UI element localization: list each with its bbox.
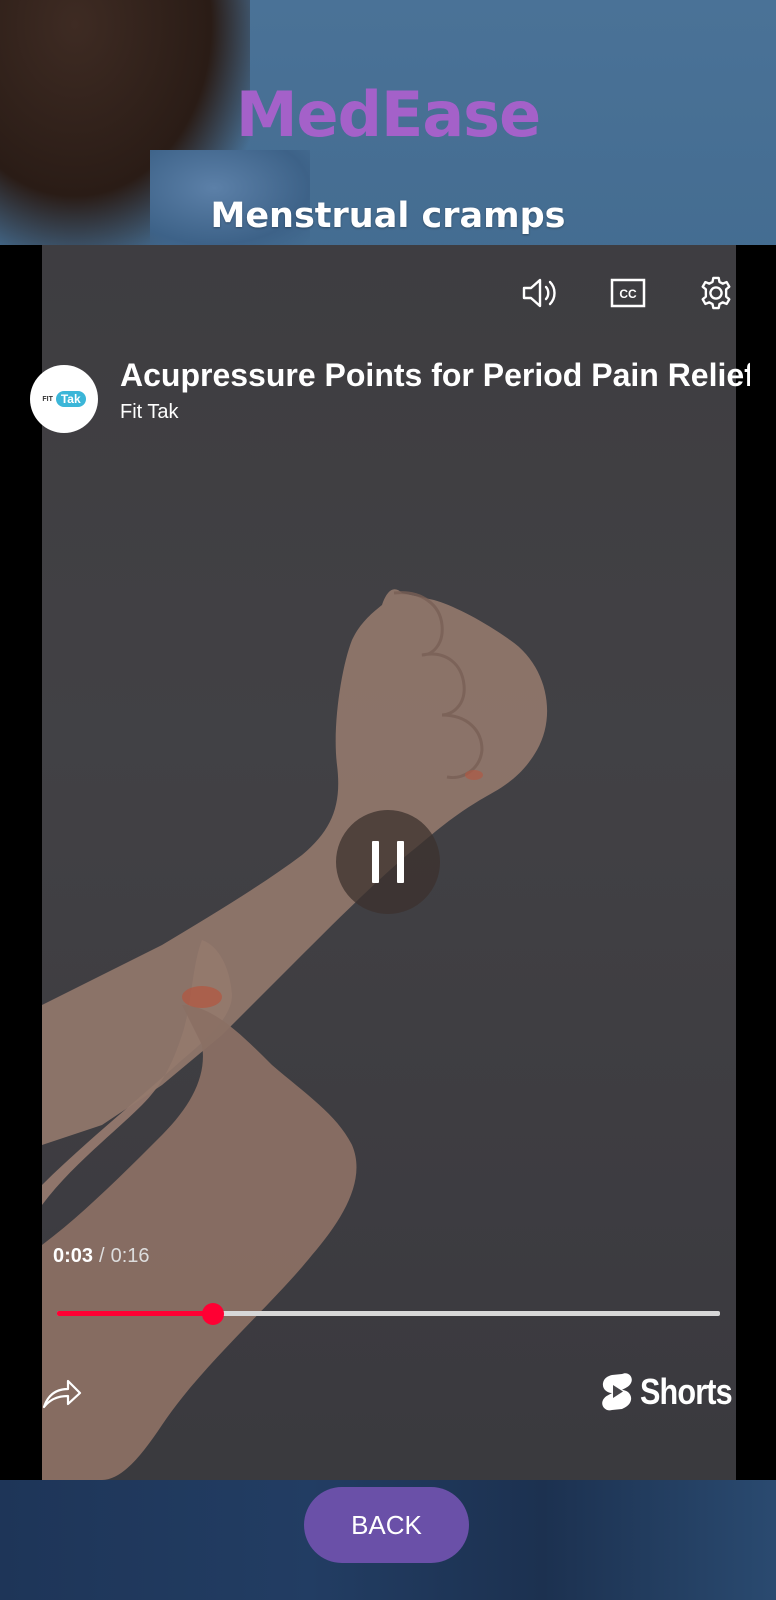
progress-fill <box>57 1311 213 1316</box>
svg-text:CC: CC <box>619 287 637 301</box>
app-title: MedEase <box>235 78 541 151</box>
avatar-fit-text: FIT <box>42 395 53 403</box>
shorts-logo-icon <box>602 1373 632 1411</box>
video-title[interactable]: Acupressure Points for Period Pain Relie… <box>120 357 750 394</box>
shorts-logo[interactable]: Shorts <box>600 1369 748 1415</box>
closed-captions-icon[interactable]: CC <box>608 273 648 313</box>
avatar-tak-logo: Tak <box>55 391 86 407</box>
channel-name[interactable]: Fit Tak <box>120 401 179 424</box>
time-display: 0:03/0:16 <box>53 1245 150 1268</box>
time-separator: / <box>99 1245 105 1267</box>
pause-button[interactable] <box>336 810 440 914</box>
pause-icon <box>363 841 413 883</box>
back-button[interactable]: BACK <box>304 1487 469 1563</box>
settings-icon[interactable] <box>696 273 736 313</box>
current-time: 0:03 <box>53 1245 94 1267</box>
duration: 0:16 <box>110 1245 150 1267</box>
share-icon[interactable] <box>40 1373 84 1413</box>
video-player[interactable]: CC FIT Tak Acupressure Points for Period… <box>0 245 776 1480</box>
volume-icon[interactable] <box>520 273 560 313</box>
shorts-label: Shorts <box>640 1371 733 1412</box>
progress-bar[interactable] <box>57 1303 720 1325</box>
progress-thumb[interactable] <box>201 1303 224 1325</box>
channel-avatar[interactable]: FIT Tak <box>30 365 98 433</box>
page-subtitle: Menstrual cramps <box>210 196 566 236</box>
